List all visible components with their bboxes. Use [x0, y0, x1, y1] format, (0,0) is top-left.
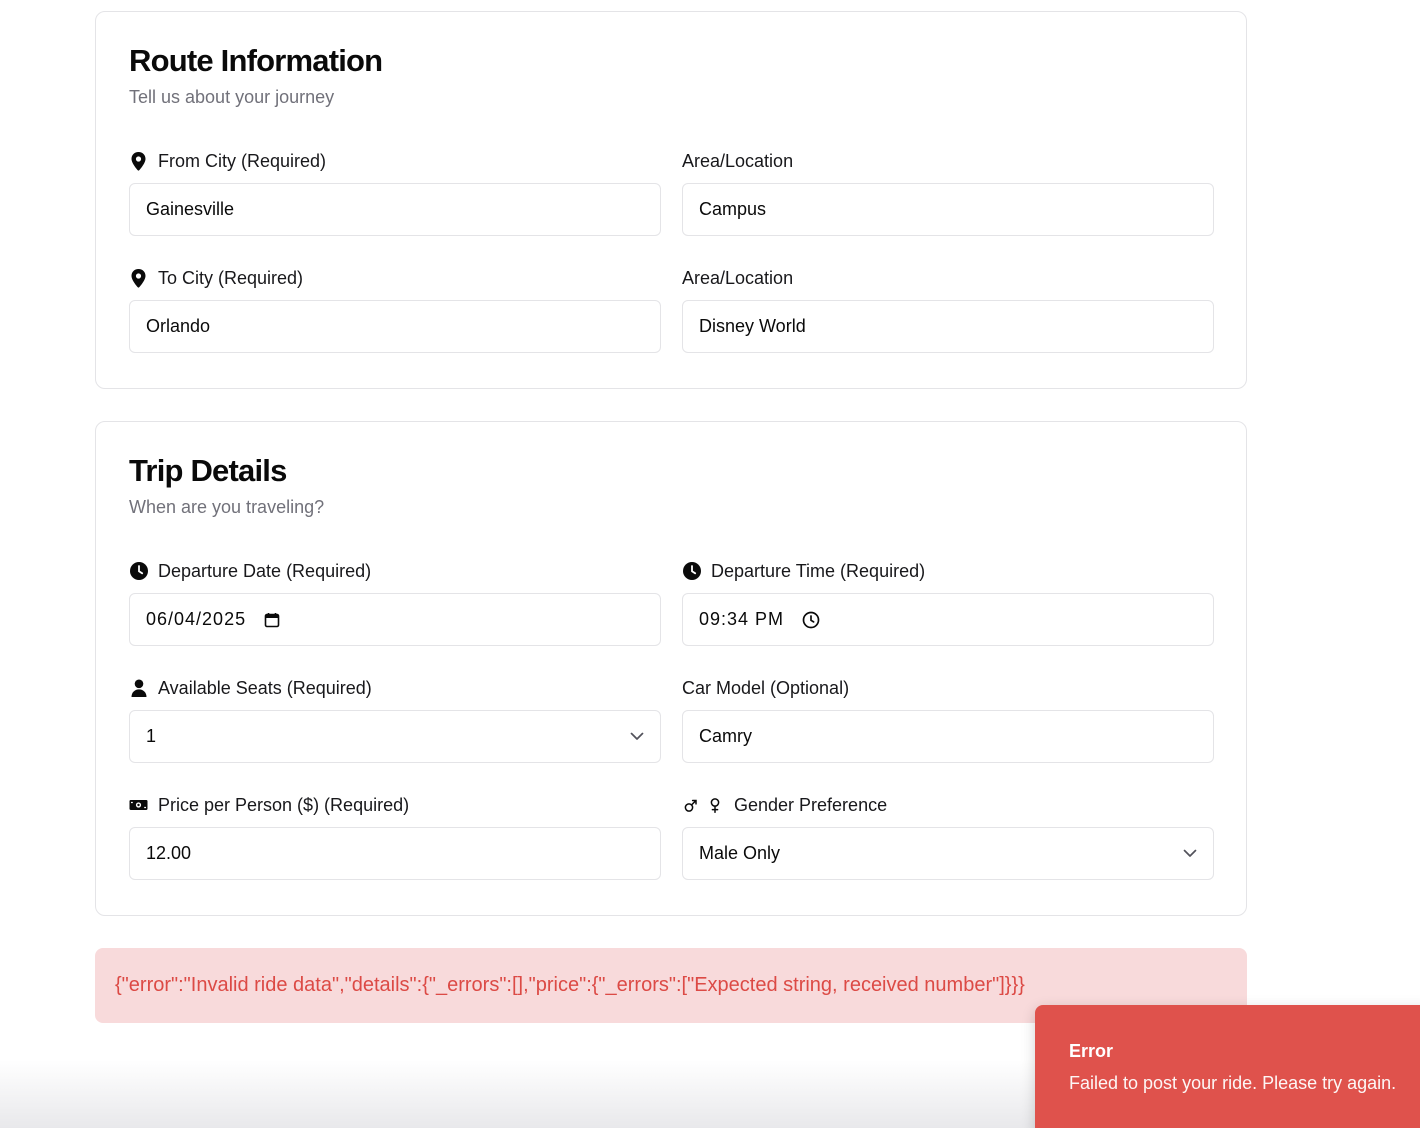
- from-area-field: Area/Location Campus: [682, 149, 1214, 236]
- seats-label: Available Seats (Required): [129, 676, 661, 700]
- seats-select[interactable]: 1: [129, 710, 661, 763]
- gender-preference-label: Gender Preference: [682, 793, 1214, 817]
- from-city-label-text: From City (Required): [158, 150, 327, 171]
- departure-date-label: Departure Date (Required): [129, 559, 661, 583]
- to-city-label: To City (Required): [129, 266, 661, 290]
- from-city-field: From City (Required) Gainesville: [129, 149, 661, 236]
- toast-message: Failed to post your ride. Please try aga…: [1069, 1073, 1397, 1093]
- map-pin-icon: [129, 151, 148, 171]
- map-pin-icon: [129, 268, 148, 288]
- gender-icon: [682, 796, 724, 815]
- clock-icon: [129, 562, 148, 581]
- trip-card-subtitle: When are you traveling?: [129, 497, 325, 517]
- route-information-card: Route Information Tell us about your jou…: [95, 11, 1247, 389]
- car-model-input[interactable]: Camry: [682, 710, 1214, 763]
- price-field: Price per Person ($) (Required) 12.00: [129, 793, 661, 880]
- gender-preference-select[interactable]: Male Only: [682, 827, 1214, 880]
- to-area-label: Area/Location: [682, 267, 794, 288]
- trip-card-title: Trip Details: [129, 453, 287, 488]
- clock-icon: [682, 562, 701, 581]
- from-city-value: Gainesville: [146, 199, 235, 219]
- route-card-title: Route Information: [129, 43, 383, 78]
- price-value: 12.00: [146, 843, 192, 863]
- toast-title: Error: [1069, 1041, 1114, 1061]
- post-ride-page: Route Information Tell us about your jou…: [0, 0, 1420, 1128]
- gender-preference-field: Gender Preference Male Only: [682, 793, 1214, 880]
- car-model-value: Camry: [699, 726, 752, 746]
- from-area-input[interactable]: Campus: [682, 183, 1214, 236]
- departure-time-label-text: Departure Time (Required): [711, 560, 926, 581]
- gender-preference-label-text: Gender Preference: [734, 794, 888, 815]
- to-city-input[interactable]: Orlando: [129, 300, 661, 353]
- from-area-label: Area/Location: [682, 150, 794, 171]
- departure-time-input[interactable]: 09:34 PM: [682, 593, 1214, 646]
- calendar-icon[interactable]: [264, 612, 280, 628]
- car-model-label: Car Model (Optional): [682, 677, 850, 698]
- departure-date-value: 06/04/2025: [146, 609, 247, 629]
- from-area-value: Campus: [699, 199, 767, 219]
- to-area-input[interactable]: Disney World: [682, 300, 1214, 353]
- seats-field: Available Seats (Required) 1: [129, 676, 661, 763]
- clock-icon[interactable]: [802, 611, 820, 629]
- departure-time-value: 09:34 PM: [699, 609, 785, 629]
- to-area-value: Disney World: [699, 316, 806, 336]
- to-city-label-text: To City (Required): [158, 267, 304, 288]
- from-city-input[interactable]: Gainesville: [129, 183, 661, 236]
- error-toast[interactable]: Error Failed to post your ride. Please t…: [1035, 1005, 1420, 1128]
- user-icon: [129, 679, 148, 698]
- departure-date-input[interactable]: 06/04/2025: [129, 593, 661, 646]
- chevron-down-icon: [1183, 849, 1197, 858]
- seats-value: 1: [146, 726, 157, 746]
- to-city-value: Orlando: [146, 316, 211, 336]
- chevron-down-icon: [630, 732, 644, 741]
- price-label: Price per Person ($) (Required): [129, 793, 661, 817]
- error-banner-text: {"error":"Invalid ride data","details":{…: [115, 974, 1025, 996]
- trip-details-card: Trip Details When are you traveling? Dep…: [95, 421, 1247, 916]
- departure-date-label-text: Departure Date (Required): [158, 560, 372, 581]
- to-area-field: Area/Location Disney World: [682, 266, 1214, 353]
- to-city-field: To City (Required) Orlando: [129, 266, 661, 353]
- price-input[interactable]: 12.00: [129, 827, 661, 880]
- from-city-label: From City (Required): [129, 149, 661, 173]
- departure-time-field: Departure Time (Required) 09:34 PM: [682, 559, 1214, 646]
- gender-preference-value: Male Only: [699, 843, 781, 863]
- price-label-text: Price per Person ($) (Required): [158, 794, 410, 815]
- departure-date-field: Departure Date (Required) 06/04/2025: [129, 559, 661, 646]
- seats-label-text: Available Seats (Required): [158, 677, 372, 698]
- money-icon: [129, 796, 148, 815]
- route-card-subtitle: Tell us about your journey: [129, 87, 335, 107]
- departure-time-label: Departure Time (Required): [682, 559, 1214, 583]
- car-model-field: Car Model (Optional) Camry: [682, 676, 1214, 763]
